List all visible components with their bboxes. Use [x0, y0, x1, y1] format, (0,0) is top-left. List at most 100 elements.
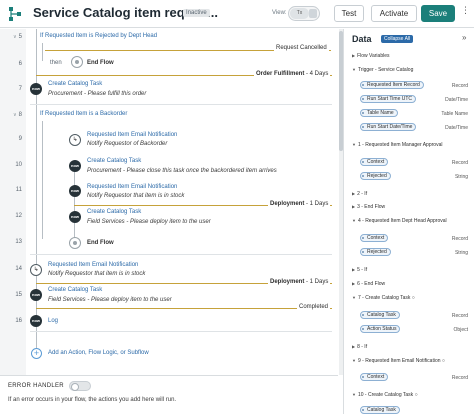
data-pill[interactable]: Context — [360, 158, 389, 166]
stage-order-fulfillment[interactable]: Order Fulfillment - 4 Days — [254, 71, 331, 77]
email-notification-action[interactable]: Requested Item Email Notification — [87, 184, 177, 190]
data-section-row[interactable]: ▶ 5 - If — [352, 267, 367, 273]
end-flow-label[interactable]: End Flow — [87, 240, 114, 246]
servicenow-icon: now — [30, 315, 42, 327]
info-icon: ○ — [414, 392, 418, 398]
action-description: Notify Requestor of Backorder — [87, 141, 168, 147]
data-pill[interactable]: Catalog Task — [360, 406, 400, 414]
pill-type: String — [454, 250, 468, 256]
row-number: 12 — [15, 213, 22, 219]
pill-type: Record — [451, 313, 468, 319]
end-flow-icon — [71, 56, 83, 68]
info-icon: ○ — [441, 358, 445, 364]
data-pill[interactable]: Requested Item Record — [360, 81, 424, 89]
row-number: 11 — [15, 187, 22, 193]
panel-collapse-icon[interactable]: » — [462, 33, 466, 42]
pill-type: String — [454, 174, 468, 180]
stage-request-cancelled[interactable]: Request Cancelled — [274, 45, 329, 51]
data-section-row[interactable]: ▶ 3 - End Flow — [352, 204, 385, 210]
stage-divider — [36, 308, 332, 309]
then-label: then — [50, 60, 62, 66]
main-connector-line — [36, 29, 37, 349]
data-section-row[interactable]: ▼ 1 - Requested Item Manager Approval — [352, 142, 442, 148]
row-number[interactable]: ∨ 8 — [0, 112, 26, 118]
data-section-row[interactable]: ▶ 2 - If — [352, 191, 367, 197]
pill-type: Table Name — [441, 111, 468, 117]
error-handler-label: ERROR HANDLER — [8, 383, 64, 389]
flow-variables-row[interactable]: ▶ Flow Variables — [352, 53, 390, 59]
servicenow-icon: now — [30, 289, 42, 301]
add-icon[interactable]: + — [31, 348, 42, 359]
view-toggle-icon — [309, 9, 317, 18]
data-pill[interactable]: Catalog Task — [360, 311, 400, 319]
data-pill[interactable]: Run Start Date/Time — [360, 123, 417, 131]
create-catalog-task-action[interactable]: Create Catalog Task — [87, 209, 141, 215]
servicenow-icon: now — [69, 211, 81, 223]
error-handler-toggle[interactable] — [69, 381, 91, 391]
test-button[interactable]: Test — [334, 5, 364, 22]
data-section-row[interactable]: ▶ 8 - If — [352, 344, 367, 350]
end-flow-label[interactable]: End Flow — [87, 60, 114, 66]
row-divider — [30, 254, 332, 255]
trigger-row[interactable]: ▼ Trigger - Service Catalog — [352, 67, 413, 73]
data-section-row[interactable]: ▼ 9 - Requested Item Email Notification ○ — [352, 358, 445, 364]
error-handler-description: If an error occurs in your flow, the act… — [8, 397, 177, 403]
data-section-row[interactable]: ▼ 10 - Create Catalog Task ○ — [352, 392, 418, 398]
data-pill[interactable]: Rejected — [360, 248, 391, 256]
row-number: 6 — [18, 61, 22, 67]
if-condition[interactable]: If Requested Item is a Backorder — [40, 111, 127, 117]
email-notification-action[interactable]: Requested Item Email Notification — [87, 132, 177, 138]
row-number[interactable]: ∨ 5 — [0, 34, 26, 40]
data-pill[interactable]: Rejected — [360, 172, 391, 180]
info-icon: ○ — [411, 295, 415, 301]
log-action[interactable]: Log — [48, 318, 58, 324]
flow-designer-logo-icon — [9, 7, 21, 21]
flow-canvas: ∨ 5 6 7 ∨ 8 9 10 11 12 13 14 15 16 If Requ… — [0, 29, 338, 375]
stage-deployment[interactable]: Deployment - 1 Days — [268, 279, 331, 285]
branch-connector-line — [74, 166, 75, 246]
pill-type: Record — [451, 375, 468, 381]
notification-icon: ↳ — [30, 264, 42, 276]
data-pill[interactable]: Context — [360, 373, 389, 381]
pill-type: Object — [453, 327, 468, 333]
stage-completed[interactable]: Completed — [297, 304, 331, 310]
pill-type: Date/Time — [445, 97, 468, 103]
stage-deployment[interactable]: Deployment - 1 Days — [268, 201, 331, 207]
create-catalog-task-action[interactable]: Create Catalog Task — [48, 287, 102, 293]
notification-icon: ↳ — [69, 134, 81, 146]
servicenow-icon: now — [30, 83, 42, 95]
row-number: 9 — [18, 136, 22, 142]
view-toggle[interactable]: Tx — [288, 6, 320, 21]
data-pill[interactable]: Action Status — [360, 325, 401, 333]
if-condition[interactable]: If Requested Item is Rejected by Dept He… — [40, 33, 157, 39]
data-pill[interactable]: Context — [360, 234, 389, 242]
more-options-icon[interactable]: ⋮ — [461, 5, 470, 16]
data-pill[interactable]: Run Start Time UTC — [360, 95, 417, 103]
row-divider — [30, 331, 332, 332]
data-section-row[interactable]: ▼ 4 - Requested Item Dept Head Approval — [352, 218, 447, 224]
activate-button[interactable]: Activate — [371, 5, 417, 22]
pill-type: Record — [451, 236, 468, 242]
data-section-row[interactable]: ▼ 7 - Create Catalog Task ○ — [352, 295, 415, 301]
create-catalog-task-action[interactable]: Create Catalog Task — [48, 81, 102, 87]
email-notification-action[interactable]: Requested Item Email Notification — [48, 262, 138, 268]
action-description: Notify Requestor that item is in stock — [48, 271, 146, 277]
row-divider — [30, 104, 332, 105]
data-pill[interactable]: Table Name — [360, 109, 398, 117]
row-number: 15 — [15, 292, 22, 298]
pill-type: Record — [451, 83, 468, 89]
action-description: Field Services - Please deploy item to t… — [87, 219, 211, 225]
create-catalog-task-action[interactable]: Create Catalog Task — [87, 158, 141, 164]
servicenow-icon: now — [69, 185, 81, 197]
action-description: Procurement - Please close this task onc… — [87, 168, 277, 174]
add-action-link[interactable]: Add an Action, Flow Logic, or Subflow — [48, 350, 149, 356]
data-section-row[interactable]: ▶ 6 - End Flow — [352, 281, 385, 287]
view-toggle-knob: Tx — [290, 8, 309, 19]
row-number: 7 — [18, 86, 22, 92]
action-description: Procurement - Please fulfill this order — [48, 91, 147, 97]
row-number: 13 — [15, 239, 22, 245]
action-description: Notify Requestor that item is in stock — [87, 193, 185, 199]
collapse-all-button[interactable]: Collapse All — [381, 35, 414, 43]
save-button[interactable]: Save — [421, 5, 455, 22]
branch-connector-line — [42, 121, 43, 239]
